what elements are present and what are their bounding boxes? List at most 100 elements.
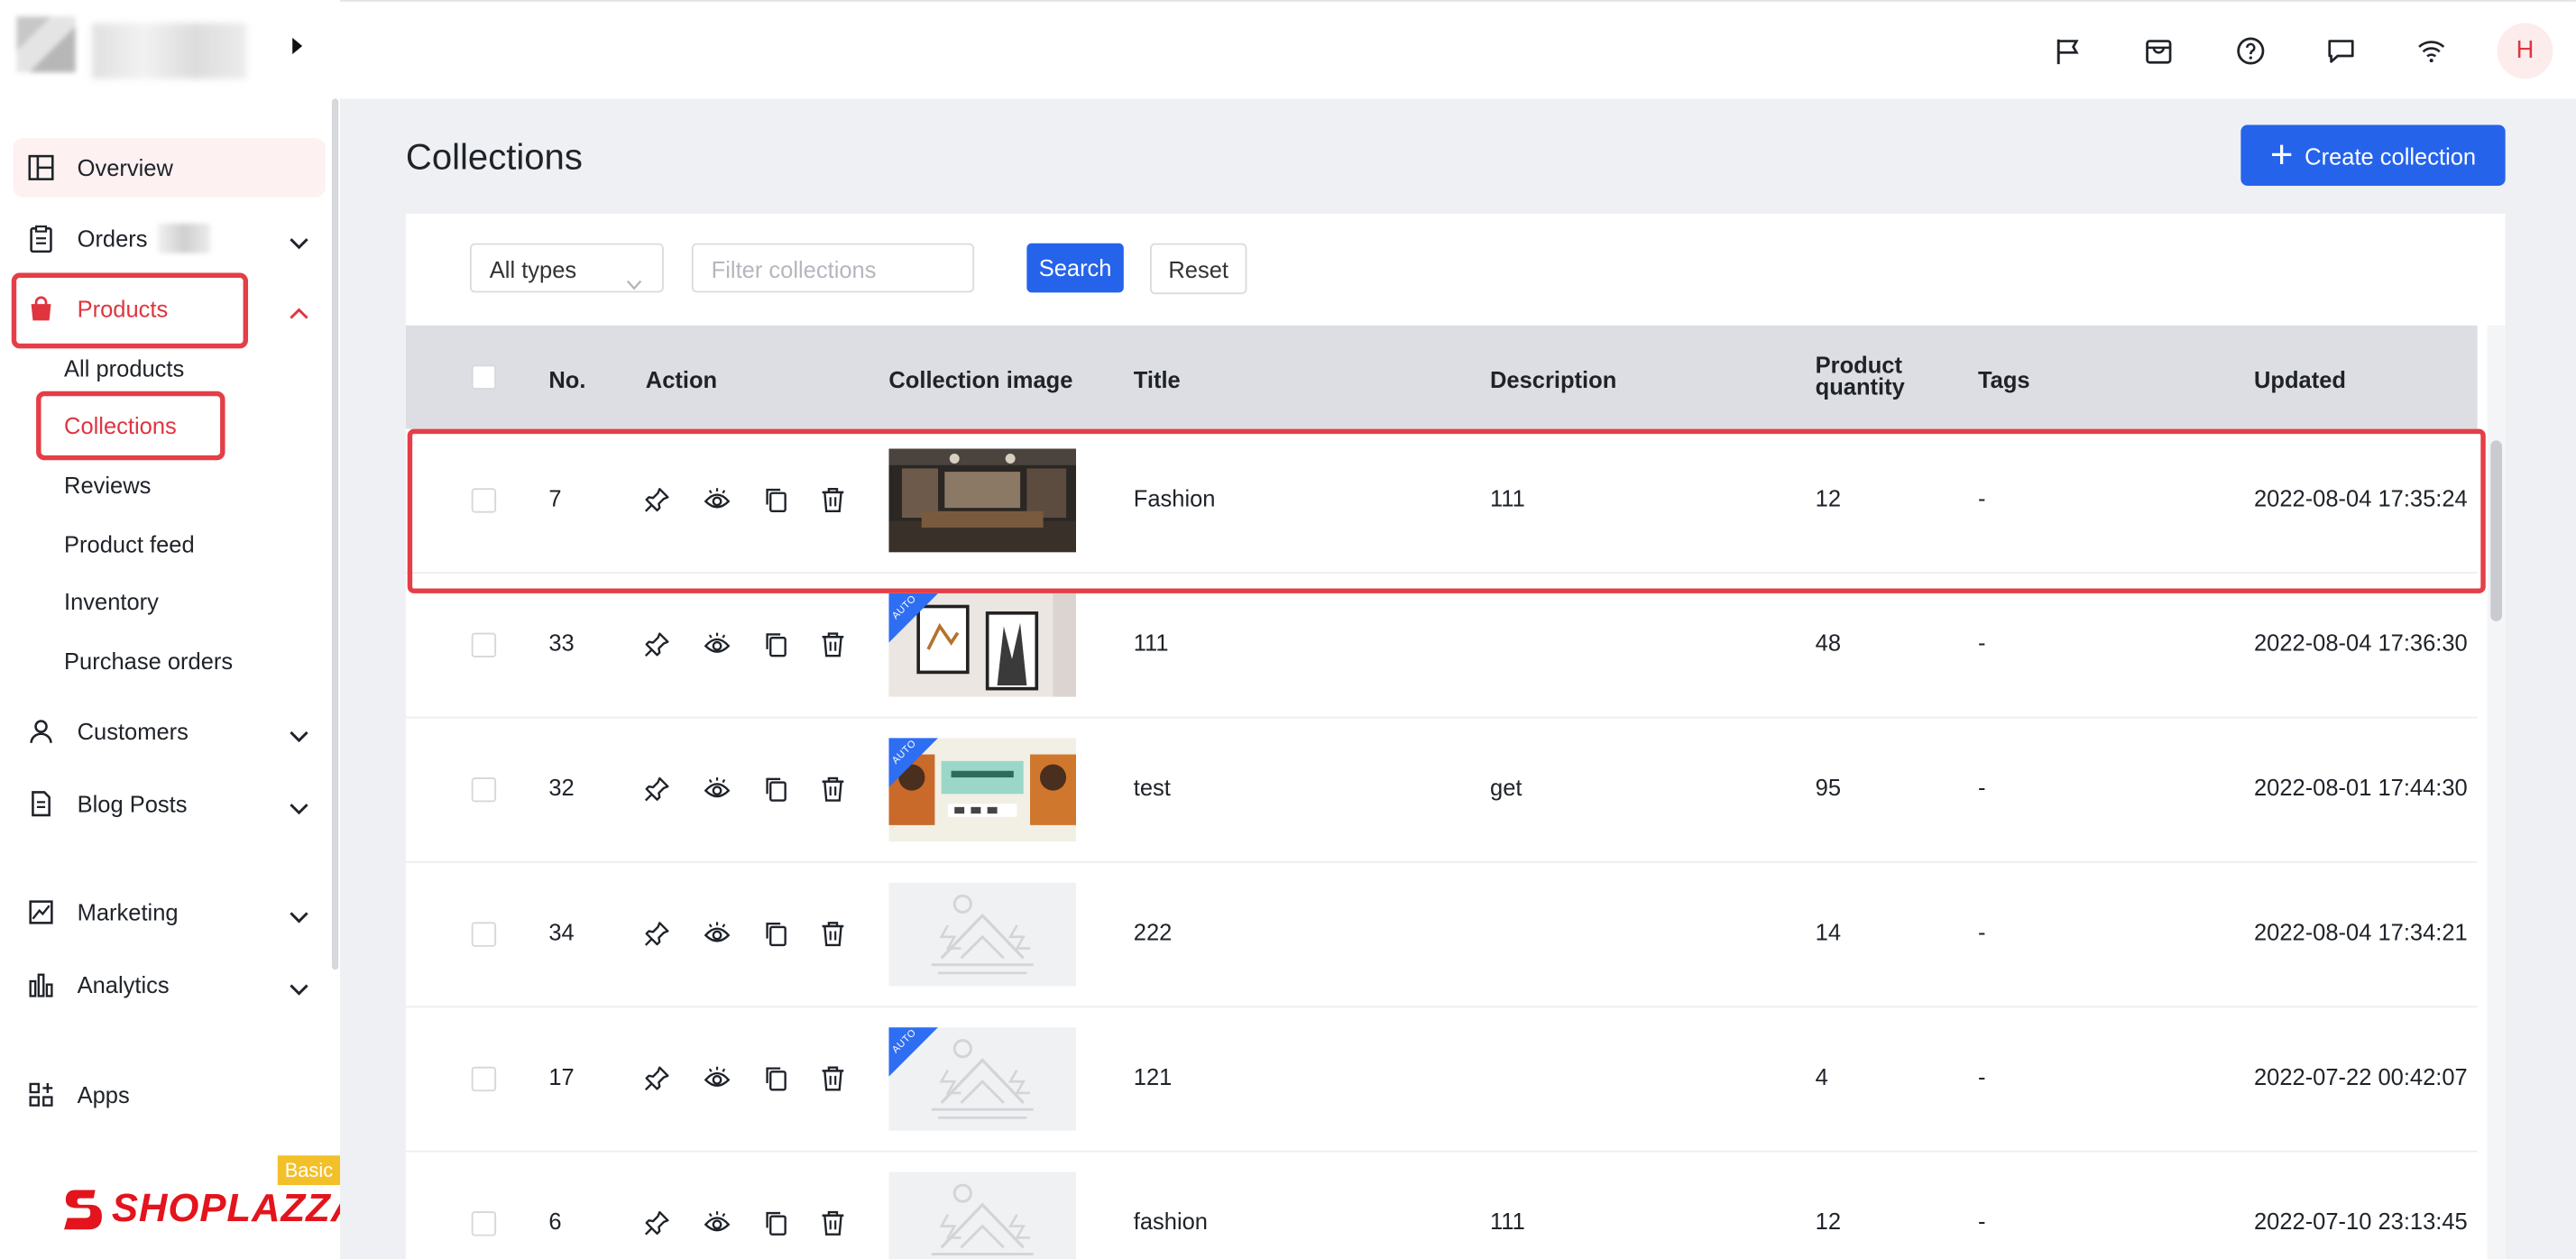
page-title: Collections bbox=[405, 136, 583, 178]
sidebar-subitem-purchase-orders[interactable]: Purchase orders bbox=[64, 644, 233, 676]
preview-eye-icon[interactable] bbox=[702, 774, 731, 804]
table-row[interactable]: 33 AUTO 111 48 - 2022-08-04 17:36:30 bbox=[405, 574, 2478, 719]
reset-button[interactable]: Reset bbox=[1149, 243, 1247, 295]
preview-eye-icon[interactable] bbox=[702, 1063, 731, 1093]
row-quantity: 48 bbox=[1815, 630, 1842, 657]
row-highlight-box bbox=[407, 428, 2486, 593]
search-button[interactable]: Search bbox=[1026, 243, 1124, 293]
help-icon[interactable] bbox=[2232, 32, 2268, 69]
preview-eye-icon[interactable] bbox=[702, 919, 731, 949]
row-tags: - bbox=[1977, 918, 1986, 945]
sidebar-item-marketing[interactable]: Marketing bbox=[14, 883, 326, 942]
row-title[interactable]: 222 bbox=[1134, 919, 1173, 945]
select-all-checkbox[interactable] bbox=[471, 364, 497, 390]
apps-grid-icon bbox=[26, 1080, 56, 1109]
wifi-icon[interactable] bbox=[2414, 32, 2450, 69]
plan-badge: Basic bbox=[277, 1155, 341, 1186]
avatar[interactable]: H bbox=[2497, 23, 2553, 79]
pin-icon[interactable] bbox=[642, 630, 672, 659]
orders-count-badge-blurred bbox=[157, 223, 210, 253]
col-description: Description bbox=[1490, 366, 1617, 393]
row-checkbox[interactable] bbox=[471, 1066, 497, 1092]
delete-trash-icon[interactable] bbox=[818, 919, 848, 949]
collection-image[interactable]: AUTO bbox=[888, 593, 1077, 697]
sidebar-scrollbar[interactable] bbox=[331, 98, 339, 970]
marketing-icon bbox=[26, 897, 56, 927]
sidebar-subitem-reviews[interactable]: Reviews bbox=[64, 468, 151, 501]
row-checkbox[interactable] bbox=[471, 922, 497, 947]
row-checkbox[interactable] bbox=[471, 777, 497, 803]
table-row[interactable]: 6 fashion 111 12 - 2022-07-10 23:13:45 bbox=[406, 1153, 2478, 1259]
collection-image[interactable] bbox=[888, 1172, 1077, 1259]
table-scrollbar[interactable] bbox=[2487, 325, 2506, 1259]
copy-icon[interactable] bbox=[760, 1063, 790, 1093]
pin-icon[interactable] bbox=[642, 919, 672, 949]
store-icon[interactable] bbox=[2140, 32, 2176, 69]
sidebar-item-blog-posts[interactable]: Blog Posts bbox=[14, 774, 326, 833]
table-row[interactable]: 32 AUTO test get 95 - 2022-08-01 17:44:3… bbox=[405, 718, 2478, 863]
collection-image[interactable] bbox=[888, 882, 1077, 987]
table-row[interactable]: 34 222 14 - 2022-08-04 17:34:21 bbox=[405, 863, 2478, 1008]
brand-footer: SHOPLAZZA Basic bbox=[0, 1153, 359, 1259]
sidebar-item-label: Overview bbox=[77, 154, 173, 181]
sidebar-item-label: Customers bbox=[77, 718, 189, 745]
preview-eye-icon[interactable] bbox=[702, 1208, 731, 1238]
top-bar: H bbox=[340, 0, 2576, 99]
row-title[interactable]: 121 bbox=[1134, 1063, 1173, 1089]
create-collection-button[interactable]: + Create collection bbox=[2240, 124, 2506, 186]
sidebar-item-analytics[interactable]: Analytics bbox=[14, 955, 326, 1015]
sidebar-subitem-product-feed[interactable]: Product feed bbox=[64, 528, 195, 560]
row-updated: 2022-08-01 17:44:30 bbox=[2253, 774, 2468, 801]
type-select[interactable]: All types bbox=[469, 243, 664, 293]
col-image: Collection image bbox=[888, 366, 1073, 393]
col-title: Title bbox=[1133, 366, 1181, 393]
copy-icon[interactable] bbox=[760, 630, 790, 659]
flag-icon[interactable] bbox=[2050, 32, 2086, 69]
row-no: 34 bbox=[548, 918, 575, 945]
sidebar-item-orders[interactable]: Orders bbox=[14, 208, 326, 268]
pin-icon[interactable] bbox=[642, 1208, 672, 1238]
pin-icon[interactable] bbox=[642, 774, 672, 804]
table-row[interactable]: 17 AUTO 121 4 - 2022-07-22 00:42:07 bbox=[405, 1007, 2478, 1153]
pin-icon[interactable] bbox=[642, 1063, 672, 1093]
preview-eye-icon[interactable] bbox=[702, 630, 731, 659]
sidebar-item-label: Analytics bbox=[77, 971, 170, 998]
delete-trash-icon[interactable] bbox=[818, 1208, 848, 1238]
collection-image[interactable]: AUTO bbox=[888, 1027, 1077, 1131]
sidebar-subitem-inventory[interactable]: Inventory bbox=[64, 585, 159, 618]
orders-clipboard-icon bbox=[26, 224, 56, 253]
sidebar-expand-icon[interactable] bbox=[292, 37, 303, 55]
delete-trash-icon[interactable] bbox=[818, 1063, 848, 1093]
row-updated: 2022-08-04 17:34:21 bbox=[2253, 918, 2468, 945]
row-no: 33 bbox=[548, 630, 575, 657]
chat-icon[interactable] bbox=[2323, 32, 2359, 69]
row-no: 32 bbox=[548, 774, 575, 801]
bar-chart-icon bbox=[26, 970, 56, 999]
collection-image[interactable]: AUTO bbox=[888, 738, 1077, 842]
row-checkbox[interactable] bbox=[471, 632, 497, 657]
delete-trash-icon[interactable] bbox=[818, 630, 848, 659]
copy-icon[interactable] bbox=[760, 774, 790, 804]
sidebar-item-overview[interactable]: Overview bbox=[13, 138, 326, 198]
chevron-down-icon bbox=[290, 975, 309, 1001]
row-title[interactable]: fashion bbox=[1134, 1208, 1208, 1235]
sidebar-item-apps[interactable]: Apps bbox=[14, 1065, 326, 1125]
row-updated: 2022-07-22 00:42:07 bbox=[2253, 1063, 2468, 1090]
row-title[interactable]: 111 bbox=[1134, 630, 1169, 656]
sidebar-item-customers[interactable]: Customers bbox=[14, 702, 326, 761]
copy-icon[interactable] bbox=[760, 919, 790, 949]
row-tags: - bbox=[1977, 774, 1986, 801]
copy-icon[interactable] bbox=[760, 1208, 790, 1238]
row-checkbox[interactable] bbox=[471, 1211, 497, 1236]
row-quantity: 12 bbox=[1815, 1208, 1842, 1235]
store-logo[interactable] bbox=[16, 16, 76, 73]
store-name-blurred[interactable] bbox=[91, 23, 247, 79]
chevron-down-icon bbox=[290, 721, 309, 748]
sidebar-item-label: Blog Posts bbox=[77, 790, 188, 817]
collections-card: All types Filter collections Search Rese… bbox=[405, 213, 2506, 1259]
filter-collections-input[interactable]: Filter collections bbox=[691, 243, 975, 293]
sidebar-subitem-all-products[interactable]: All products bbox=[64, 352, 184, 384]
delete-trash-icon[interactable] bbox=[818, 774, 848, 804]
row-title[interactable]: test bbox=[1134, 774, 1171, 800]
table-scrollbar-thumb[interactable] bbox=[2490, 440, 2502, 621]
